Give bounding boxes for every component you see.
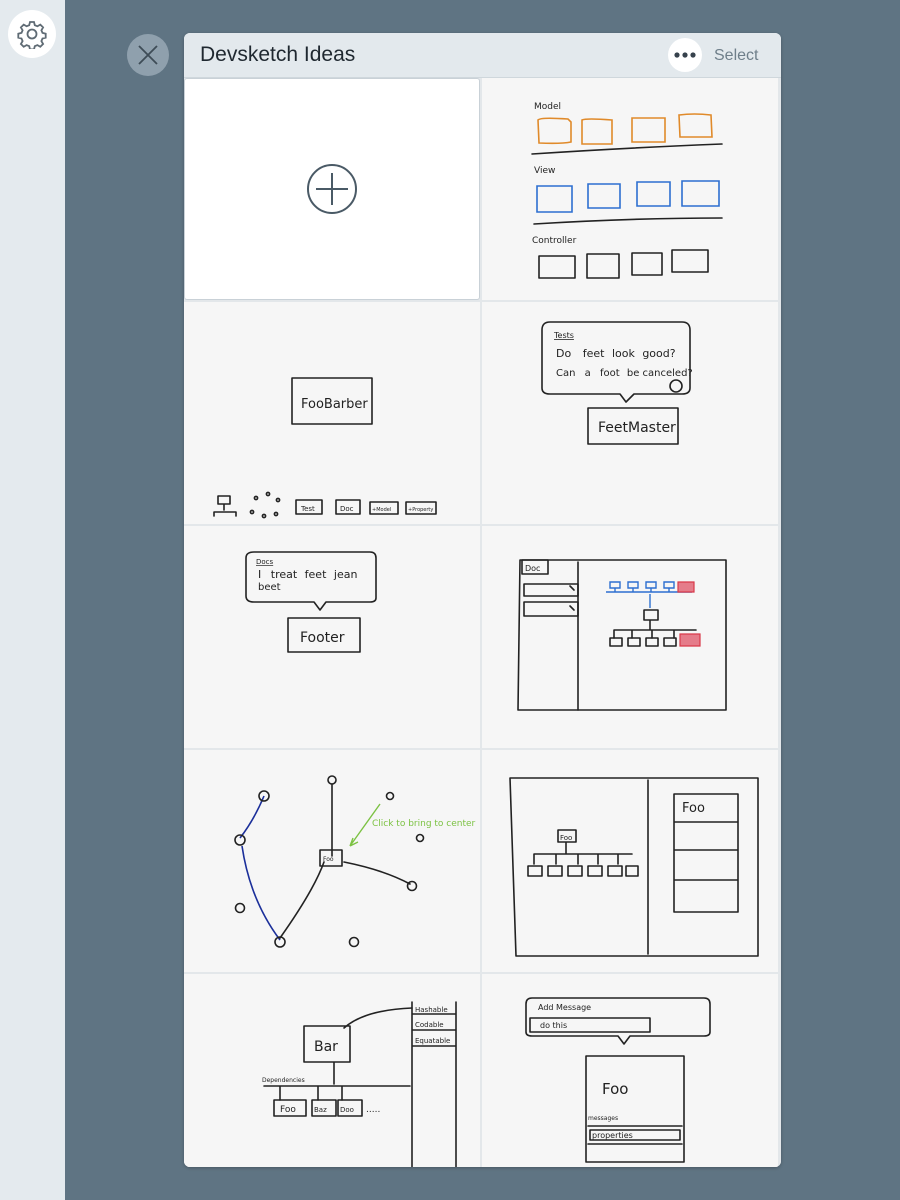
sketch-label: View [534, 166, 555, 176]
sketch-label: Tests [553, 331, 574, 340]
sketch-label: ..... [366, 1105, 380, 1115]
panel-header: Devsketch Ideas Select [184, 33, 781, 78]
sketch-label: feet [305, 568, 327, 581]
svg-text:Do feet lo: Do feet look good? [556, 347, 676, 360]
sketch-label: beet [258, 582, 281, 593]
sketch-label: jean [333, 568, 358, 581]
sketch-thumbnail-footer[interactable]: Docs I treat feet jean beet Footer [184, 526, 480, 748]
sketch-label: Do [556, 347, 571, 360]
sketch-label: Footer [300, 630, 345, 646]
sketch-label: Foo [280, 1105, 296, 1115]
sketch-label: Foo [602, 1080, 628, 1098]
sketch-label: feet [583, 347, 605, 360]
sketch-label: treat [271, 568, 298, 581]
close-button[interactable] [127, 34, 169, 76]
sketch-label: Hashable [415, 1006, 448, 1014]
sketch-thumbnail-tree-inspector[interactable]: Foo Foo [482, 750, 778, 972]
svg-text:I treat fe: I treat feet jean [258, 568, 357, 581]
sketch-thumbnail-bar-protocols[interactable]: Hashable Codable Equatable Bar Dependenc… [184, 974, 480, 1167]
sketch-label: a [585, 368, 591, 379]
sketch-label: Doc [340, 505, 354, 513]
sketch-label: Doc [525, 564, 540, 573]
left-rail [0, 0, 65, 1200]
sketch-label: FooBarber [301, 397, 368, 412]
gear-icon [17, 21, 47, 49]
sketch-label: Dependencies [262, 1077, 305, 1084]
sketch-label: Foo [682, 801, 705, 816]
sketch-thumbnail-feetmaster[interactable]: Tests Do feet look good? Can a foot be c… [482, 302, 778, 524]
sketch-label: properties [592, 1131, 633, 1140]
collection-title: Devsketch Ideas [200, 43, 356, 66]
sketch-label: Controller [532, 236, 577, 246]
sketch-label: Foo [323, 856, 334, 863]
more-options-button[interactable] [668, 38, 702, 72]
sketch-annotation: Click to bring to center [372, 819, 476, 829]
sketch-label: Can [556, 368, 575, 379]
sketch-label: Codable [415, 1021, 444, 1029]
sketch-thumbnail-mvc[interactable]: Model View Controller [482, 78, 778, 300]
sketch-label: look [612, 347, 636, 360]
sketch-label: Doo [340, 1106, 354, 1114]
sketch-thumbnail-add-message[interactable]: Add Message do this Foo messages propert… [482, 974, 778, 1167]
sketch-label: Model [534, 102, 561, 112]
new-sketch-tile[interactable] [184, 78, 480, 300]
sketch-collection-panel: Devsketch Ideas Select Model View Contro… [184, 33, 781, 1167]
sketch-label: messages [588, 1115, 618, 1122]
close-icon [138, 45, 158, 65]
sketch-thumbnail-node-graph[interactable]: Foo Click to bring to center [184, 750, 480, 972]
more-horizontal-icon [674, 52, 696, 58]
sketch-label: Add Message [538, 1003, 591, 1012]
select-button[interactable]: Select [714, 47, 758, 65]
sketch-label: Docs [256, 558, 274, 566]
settings-button[interactable] [8, 10, 56, 58]
sketch-label: I [258, 568, 261, 581]
sketch-label: +Model [372, 507, 391, 513]
sketch-grid: Model View Controller FooBarber Test Doc… [184, 78, 781, 1167]
sketch-label: good? [642, 347, 675, 360]
sketch-label: Baz [314, 1106, 327, 1114]
sketch-label: foot [600, 368, 620, 379]
sketch-thumbnail-doc-browser[interactable]: Doc [482, 526, 778, 748]
sketch-label: Equatable [415, 1037, 450, 1045]
svg-text:Can a foot: Can a foot be canceled? [556, 368, 693, 379]
sketch-label: FeetMaster [598, 420, 676, 436]
sketch-label: Bar [314, 1039, 338, 1055]
sketch-thumbnail-foobarber[interactable]: FooBarber Test Doc +Model +Property [184, 302, 480, 524]
sketch-label: Foo [560, 834, 572, 842]
sketch-label: Test [300, 505, 315, 513]
sketch-label: +Property [408, 507, 433, 513]
sketch-label: be canceled? [627, 368, 693, 379]
sketch-label: do this [540, 1021, 567, 1030]
plus-circle-icon [307, 164, 357, 214]
